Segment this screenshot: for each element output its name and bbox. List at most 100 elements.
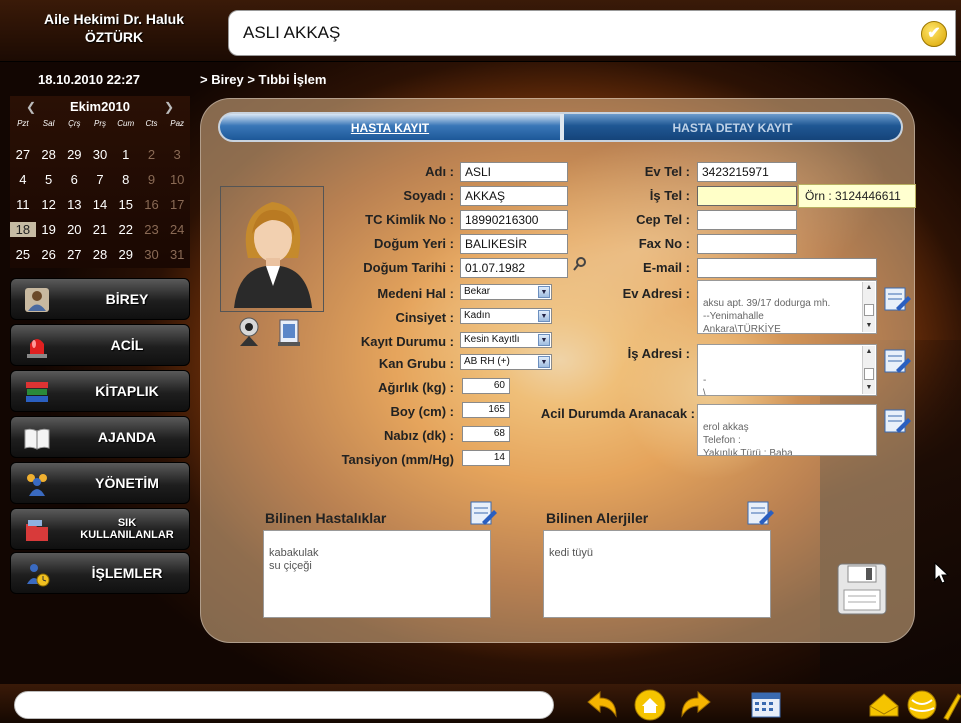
nav-islemler-button[interactable]: İŞLEMLER (10, 552, 190, 594)
nav-sik-kullanilanlar-button[interactable]: SIK KULLANILANLAR (10, 508, 190, 550)
calendar-day[interactable]: 16 (139, 197, 165, 212)
soyadi-field[interactable]: AKKAŞ (460, 186, 568, 206)
calendar-day[interactable]: 30 (139, 247, 165, 262)
calendar-day[interactable]: 10 (164, 172, 190, 187)
calendar-day[interactable]: 6 (61, 172, 87, 187)
chevron-down-icon[interactable]: ▼ (538, 310, 550, 322)
edit-alerjiler-icon[interactable] (745, 498, 775, 528)
kayit-durumu-select[interactable]: Kesin Kayıtlı ▼ (460, 332, 552, 348)
patient-search-bar[interactable]: ASLI AKKAŞ ✔ (228, 10, 956, 56)
back-arrow-icon[interactable] (584, 688, 620, 722)
tab-hasta-detay-kayit[interactable]: HASTA DETAY KAYIT (564, 114, 901, 140)
nav-yonetim-button[interactable]: YÖNETİM (10, 462, 190, 504)
nav-acil-button[interactable]: ACİL (10, 324, 190, 366)
dogum-tarihi-field[interactable]: 01.07.1982 (460, 258, 568, 278)
scroll-down-icon[interactable]: ▼ (863, 320, 875, 332)
calendar-week: 27 28 29 30 1 2 3 (10, 142, 190, 167)
calendar-day[interactable]: 22 (113, 222, 139, 237)
adi-field[interactable]: ASLI (460, 162, 568, 182)
cep-tel-field[interactable] (697, 210, 797, 230)
calendar-day[interactable]: 28 (87, 247, 113, 262)
mail-icon[interactable] (866, 688, 902, 722)
calendar-next-month-icon[interactable]: ❯ (162, 99, 176, 115)
calendar-day[interactable]: 9 (139, 172, 165, 187)
nav-ajanda-button[interactable]: AJANDA (10, 416, 190, 458)
fax-field[interactable] (697, 234, 797, 254)
chevron-down-icon[interactable]: ▼ (538, 334, 550, 346)
save-disk-icon[interactable] (836, 562, 888, 616)
scroll-up-icon[interactable]: ▲ (863, 346, 875, 358)
calendar-day[interactable]: 29 (113, 247, 139, 262)
confirm-check-icon[interactable]: ✔ (921, 21, 947, 47)
nav-kitaplik-button[interactable]: KİTAPLIK (10, 370, 190, 412)
calendar-day[interactable]: 8 (113, 172, 139, 187)
agirlik-field[interactable]: 60 (462, 378, 510, 394)
calendar-day[interactable]: 28 (36, 147, 62, 162)
tc-kimlik-field[interactable]: 18990216300 (460, 210, 568, 230)
is-adresi-scrollbar[interactable]: ▲ ▼ (862, 346, 875, 394)
calendar-day[interactable]: 4 (10, 172, 36, 187)
acil-durum-textarea[interactable]: erol akkaş Telefon : Yakınlık Türü : Bab… (697, 404, 877, 456)
scroll-up-icon[interactable]: ▲ (863, 282, 875, 294)
edit-ev-adresi-icon[interactable] (882, 284, 912, 314)
calendar-day[interactable]: 2 (139, 147, 165, 162)
ev-adresi-scrollbar[interactable]: ▲ ▼ (862, 282, 875, 332)
scroll-down-icon[interactable]: ▼ (863, 382, 875, 394)
cinsiyet-select[interactable]: Kadın ▼ (460, 308, 552, 324)
kan-grubu-select[interactable]: AB RH (+) ▼ (460, 354, 552, 370)
calendar-day[interactable]: 1 (113, 147, 139, 162)
calendar-day[interactable]: 14 (87, 197, 113, 212)
tab-hasta-kayit[interactable]: HASTA KAYIT (220, 114, 560, 140)
ev-adresi-textarea[interactable]: aksu apt. 39/17 dodurga mh. --Yenimahall… (697, 280, 877, 334)
forward-arrow-icon[interactable] (678, 688, 714, 722)
command-input[interactable] (14, 691, 554, 719)
ev-tel-field[interactable]: 3423215971 (697, 162, 797, 182)
scroll-thumb[interactable] (864, 304, 874, 316)
edit-acil-durum-icon[interactable] (882, 406, 912, 436)
chevron-down-icon[interactable]: ▼ (538, 356, 550, 368)
calendar-day[interactable]: 7 (87, 172, 113, 187)
calendar-day[interactable]: 17 (164, 197, 190, 212)
calendar-day[interactable]: 24 (164, 222, 190, 237)
tansiyon-field[interactable]: 14 (462, 450, 510, 466)
calendar-day[interactable]: 27 (10, 147, 36, 162)
bilinen-alerjiler-textarea[interactable]: kedi tüyü (543, 530, 771, 618)
calendar-day[interactable]: 25 (10, 247, 36, 262)
globe-icon[interactable] (904, 688, 940, 722)
calendar-day[interactable]: 31 (164, 247, 190, 262)
calendar-grid-icon[interactable] (748, 688, 784, 722)
nav-birey-button[interactable]: BİREY (10, 278, 190, 320)
is-adresi-textarea[interactable]: - \ ▲ ▼ (697, 344, 877, 396)
nabiz-field[interactable]: 68 (462, 426, 510, 442)
webcam-icon[interactable] (236, 316, 262, 348)
calendar-day[interactable]: 29 (61, 147, 87, 162)
calendar-day[interactable]: 12 (36, 197, 62, 212)
calendar-day[interactable]: 11 (10, 197, 36, 212)
is-tel-field[interactable] (697, 186, 797, 206)
bilinen-hastaliklar-textarea[interactable]: kabakulak su çiçeği (263, 530, 491, 618)
edit-is-adresi-icon[interactable] (882, 346, 912, 376)
scroll-thumb[interactable] (864, 368, 874, 380)
medeni-hal-select[interactable]: Bekar ▼ (460, 284, 552, 300)
calendar-day[interactable]: 20 (61, 222, 87, 237)
calendar-day[interactable]: 13 (61, 197, 87, 212)
dogum-yeri-field[interactable]: BALIKESİR (460, 234, 568, 254)
calendar-day-today[interactable]: 18 (10, 222, 36, 237)
calendar-day[interactable]: 15 (113, 197, 139, 212)
calendar-day[interactable]: 19 (36, 222, 62, 237)
calendar-day[interactable]: 23 (139, 222, 165, 237)
calendar-day[interactable]: 5 (36, 172, 62, 187)
pencil-icon[interactable] (940, 688, 961, 722)
weekday: Paz (170, 119, 185, 128)
calendar-day[interactable]: 3 (164, 147, 190, 162)
calendar-day[interactable]: 30 (87, 147, 113, 162)
calendar-day[interactable]: 21 (87, 222, 113, 237)
calendar-day[interactable]: 27 (61, 247, 87, 262)
boy-field[interactable]: 165 (462, 402, 510, 418)
home-icon[interactable] (632, 688, 668, 722)
scanner-icon[interactable] (276, 318, 302, 348)
calendar-day[interactable]: 26 (36, 247, 62, 262)
email-field[interactable] (697, 258, 877, 278)
chevron-down-icon[interactable]: ▼ (538, 286, 550, 298)
edit-hastaliklar-icon[interactable] (468, 498, 498, 528)
